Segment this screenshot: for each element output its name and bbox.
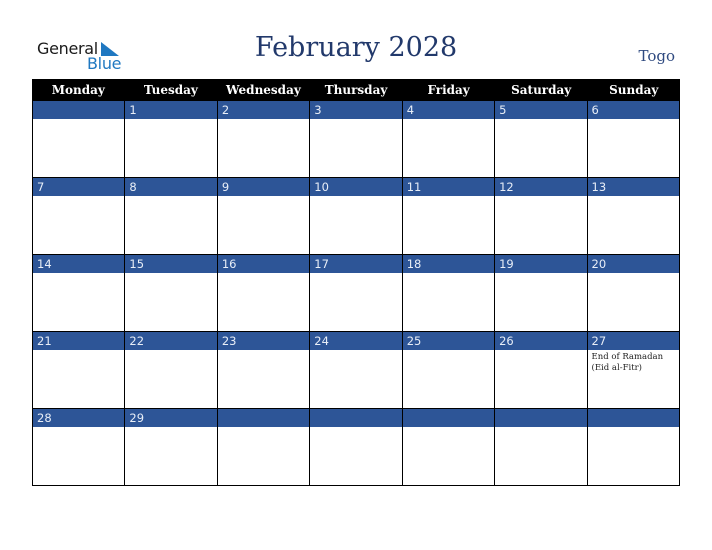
date-number: 14 [33, 255, 125, 273]
day-cell[interactable]: 1 [125, 101, 218, 178]
day-cell[interactable]: 6 [587, 101, 680, 178]
date-number: 18 [402, 255, 495, 273]
date-number: 1 [125, 101, 217, 119]
date-number: 5 [495, 101, 587, 119]
day-cell[interactable] [310, 409, 403, 486]
day-cell[interactable]: 27 End of Ramadan (Eid al-Fitr) [587, 332, 680, 409]
day-cell[interactable]: 2 [217, 101, 311, 178]
day-cell[interactable]: 21 [33, 332, 126, 409]
date-number: 19 [495, 255, 587, 273]
date-number: 24 [310, 332, 402, 350]
weekday-header: Monday Tuesday Wednesday Thursday Friday… [32, 79, 680, 101]
date-number: 3 [310, 101, 402, 119]
day-cell[interactable]: 18 [402, 255, 496, 332]
date-number: 10 [310, 178, 402, 196]
day-cell[interactable]: 26 [495, 332, 588, 409]
weekday-label: Saturday [511, 83, 572, 97]
day-cell[interactable]: 20 [587, 255, 680, 332]
date-number: 11 [402, 178, 495, 196]
date-number: 25 [402, 332, 495, 350]
day-cell[interactable]: 17 [310, 255, 403, 332]
date-number: 26 [495, 332, 587, 350]
date-number: 22 [125, 332, 217, 350]
day-cell[interactable]: 7 [33, 178, 126, 255]
day-cell[interactable]: 12 [495, 178, 588, 255]
day-cell[interactable]: 4 [402, 101, 496, 178]
day-cell[interactable]: 28 [33, 409, 126, 486]
day-cell[interactable] [217, 409, 311, 486]
day-cell[interactable]: 15 [125, 255, 218, 332]
page-title: February 2028 [254, 32, 458, 63]
date-number: 29 [125, 409, 217, 427]
day-cell[interactable]: 10 [310, 178, 403, 255]
date-number: 28 [33, 409, 125, 427]
day-cell[interactable]: 24 [310, 332, 403, 409]
date-number: 6 [587, 101, 679, 119]
week-row: 28 29 [32, 409, 680, 486]
calendar-grid: Monday Tuesday Wednesday Thursday Friday… [32, 79, 680, 486]
weekday-label: Wednesday [226, 83, 301, 97]
date-number: 12 [495, 178, 587, 196]
weekday-label: Tuesday [143, 83, 198, 97]
date-number: 17 [310, 255, 402, 273]
date-number: 9 [217, 178, 310, 196]
date-number: 21 [33, 332, 125, 350]
day-cell[interactable]: 14 [33, 255, 126, 332]
day-cell[interactable]: 9 [217, 178, 311, 255]
date-number: 13 [587, 178, 679, 196]
date-number: 15 [125, 255, 217, 273]
day-cell[interactable]: 13 [587, 178, 680, 255]
date-number [217, 409, 310, 427]
date-number: 8 [125, 178, 217, 196]
date-number: 7 [33, 178, 125, 196]
day-cell[interactable] [402, 409, 496, 486]
date-number [402, 409, 495, 427]
date-number: 16 [217, 255, 310, 273]
day-cell[interactable] [495, 409, 588, 486]
day-cell[interactable]: 8 [125, 178, 218, 255]
country-label: Togo [638, 47, 675, 65]
day-cell[interactable] [587, 409, 680, 486]
weekday-label: Sunday [609, 83, 659, 97]
day-cell[interactable]: 19 [495, 255, 588, 332]
week-row: 7 8 9 10 11 12 13 [32, 178, 680, 255]
day-cell[interactable]: 16 [217, 255, 311, 332]
date-number [495, 409, 587, 427]
week-row: 123456 [32, 101, 680, 178]
date-number: 2 [217, 101, 310, 119]
weekday-label: Friday [427, 83, 470, 97]
day-cell[interactable]: 22 [125, 332, 218, 409]
weekday-label: Monday [51, 83, 105, 97]
day-cell[interactable]: 5 [495, 101, 588, 178]
date-number [587, 409, 679, 427]
date-number: 27 [587, 332, 679, 350]
day-cell[interactable]: 23 [217, 332, 311, 409]
date-number [310, 409, 402, 427]
weekday-label: Thursday [324, 83, 388, 97]
day-cell[interactable]: 3 [310, 101, 403, 178]
week-row: 21 22 23 24 25 26 27 End of Ramadan (Eid al-Fit… [32, 332, 680, 409]
day-cell[interactable] [33, 101, 126, 178]
date-number [33, 101, 125, 119]
day-cell[interactable]: 29 [125, 409, 218, 486]
day-cell[interactable]: 25 [402, 332, 496, 409]
holiday-label: End of Ramadan (Eid al-Fitr) [591, 352, 664, 373]
date-number: 4 [402, 101, 495, 119]
day-cell[interactable]: 11 [402, 178, 496, 255]
week-row: 14 15 16 17 18 19 20 [32, 255, 680, 332]
date-number: 23 [217, 332, 310, 350]
date-number: 20 [587, 255, 679, 273]
